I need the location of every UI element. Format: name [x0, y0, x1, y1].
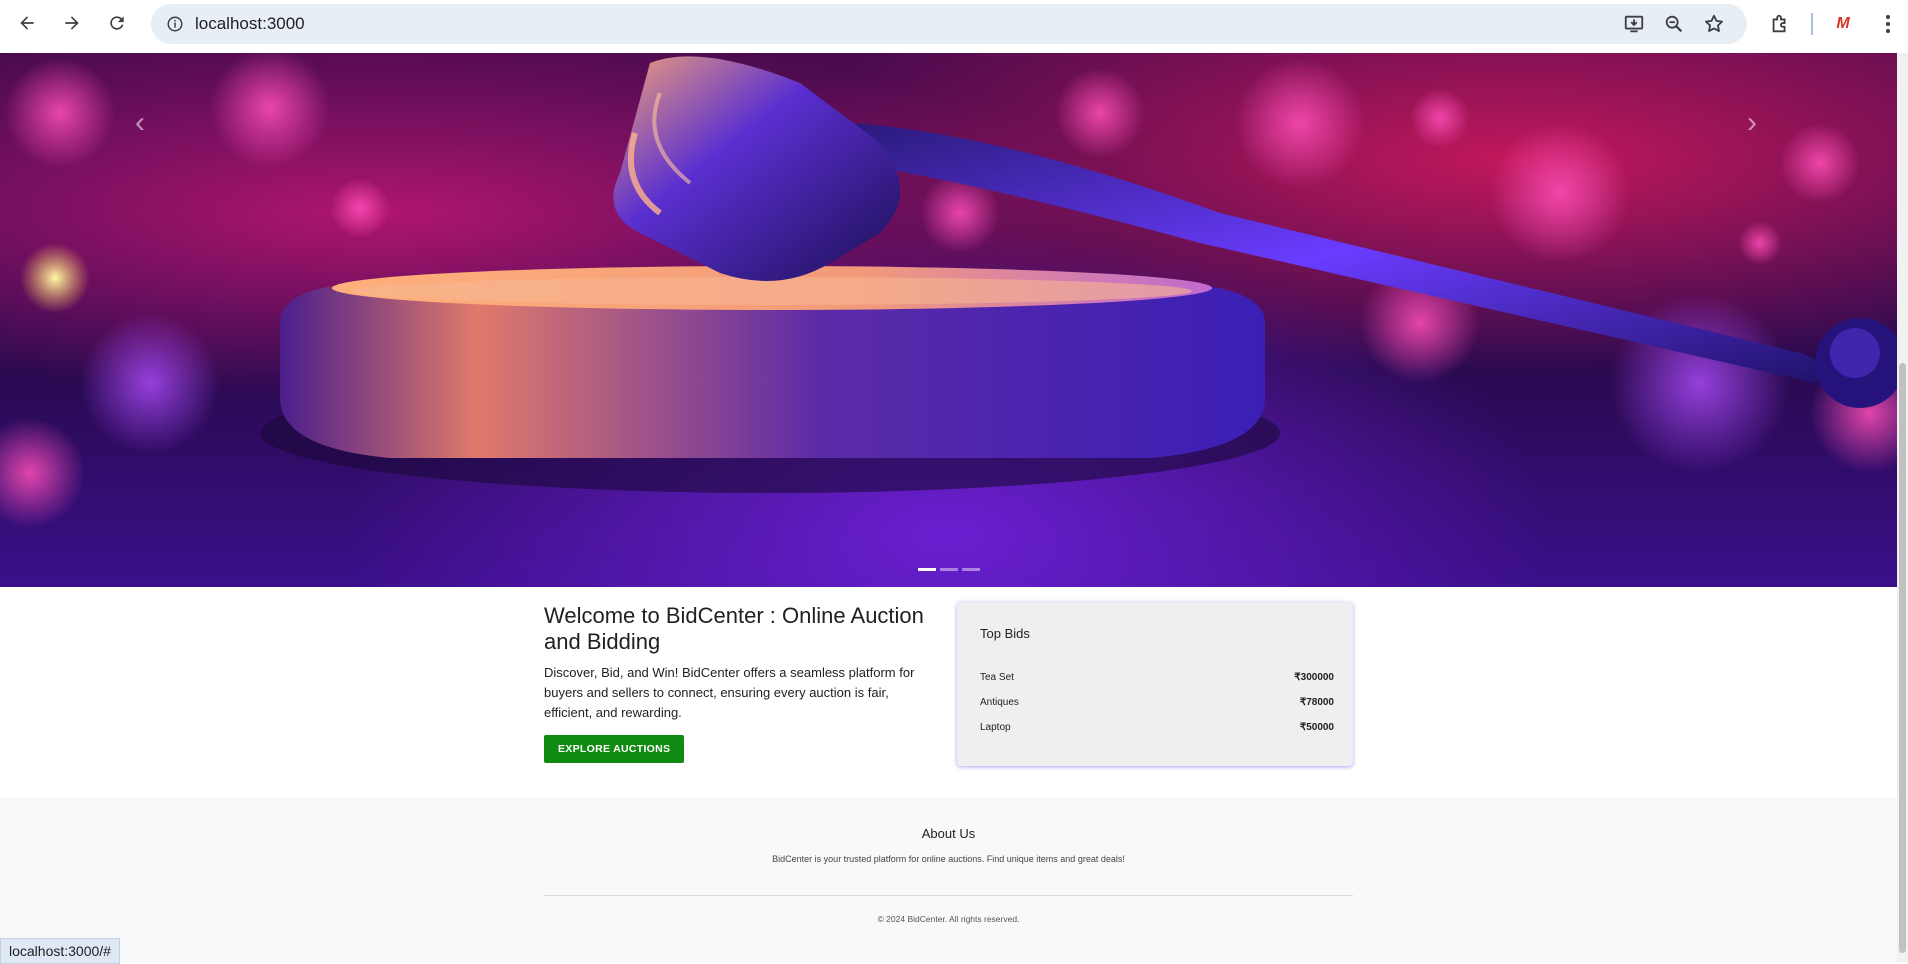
site-info-icon[interactable] — [163, 12, 187, 36]
page-footer: About Us BidCenter is your trusted platf… — [0, 797, 1897, 962]
carousel-indicator-3[interactable] — [962, 568, 980, 571]
about-us-heading: About Us — [921, 826, 976, 841]
browser-toolbar: localhost:3000 M — [0, 0, 1908, 53]
carousel-next-button[interactable]: › — [1732, 103, 1772, 143]
bid-row: Antiques ₹78000 — [980, 697, 1334, 708]
bid-item-name: Laptop — [980, 722, 1011, 733]
footer-divider — [544, 895, 1353, 896]
scrollbar-thumb[interactable] — [1899, 363, 1906, 953]
bid-amount: ₹300000 — [1294, 672, 1334, 683]
more-menu-icon[interactable] — [1873, 9, 1903, 39]
welcome-description: Discover, Bid, and Win! BidCenter offers… — [544, 665, 915, 720]
carousel-indicator-1[interactable] — [918, 568, 936, 571]
address-bar[interactable]: localhost:3000 — [151, 4, 1747, 44]
explore-auctions-button[interactable]: EXPLORE AUCTIONS — [544, 735, 685, 763]
carousel-indicator-2[interactable] — [940, 568, 958, 571]
zoom-icon[interactable] — [1659, 9, 1689, 39]
toolbar-divider — [1811, 13, 1813, 35]
welcome-title: Welcome to BidCenter : Online Auction an… — [544, 603, 924, 654]
page-scrollbar[interactable] — [1897, 53, 1908, 962]
gavel-image — [0, 53, 1897, 528]
bid-row: Tea Set ₹300000 — [980, 672, 1334, 683]
forward-icon[interactable] — [54, 5, 90, 41]
welcome-section: Welcome to BidCenter : Online Auction an… — [544, 603, 940, 763]
bid-item-name: Tea Set — [980, 672, 1014, 683]
install-icon[interactable] — [1619, 9, 1649, 39]
bid-amount: ₹78000 — [1299, 697, 1334, 708]
back-icon[interactable] — [9, 5, 45, 41]
extensions-icon[interactable] — [1765, 9, 1795, 39]
top-bids-card: Top Bids Tea Set ₹300000 Antiques ₹78000… — [957, 602, 1353, 766]
carousel-indicators — [918, 568, 980, 571]
link-status-bubble: localhost:3000/# — [0, 938, 120, 964]
bid-row: Laptop ₹50000 — [980, 722, 1334, 733]
copyright-text: © 2024 BidCenter. All rights reserved. — [877, 914, 1020, 924]
carousel-prev-button[interactable]: ‹ — [120, 103, 160, 143]
about-us-text: BidCenter is your trusted platform for o… — [772, 854, 1125, 864]
top-bids-title: Top Bids — [980, 626, 1030, 641]
profile-avatar[interactable]: M — [1829, 10, 1857, 38]
bid-amount: ₹50000 — [1299, 722, 1334, 733]
bookmark-star-icon[interactable] — [1699, 9, 1729, 39]
reload-icon[interactable] — [99, 5, 135, 41]
hero-carousel: ‹ › — [0, 53, 1897, 587]
bid-item-name: Antiques — [980, 697, 1019, 708]
url-text[interactable]: localhost:3000 — [195, 14, 305, 34]
